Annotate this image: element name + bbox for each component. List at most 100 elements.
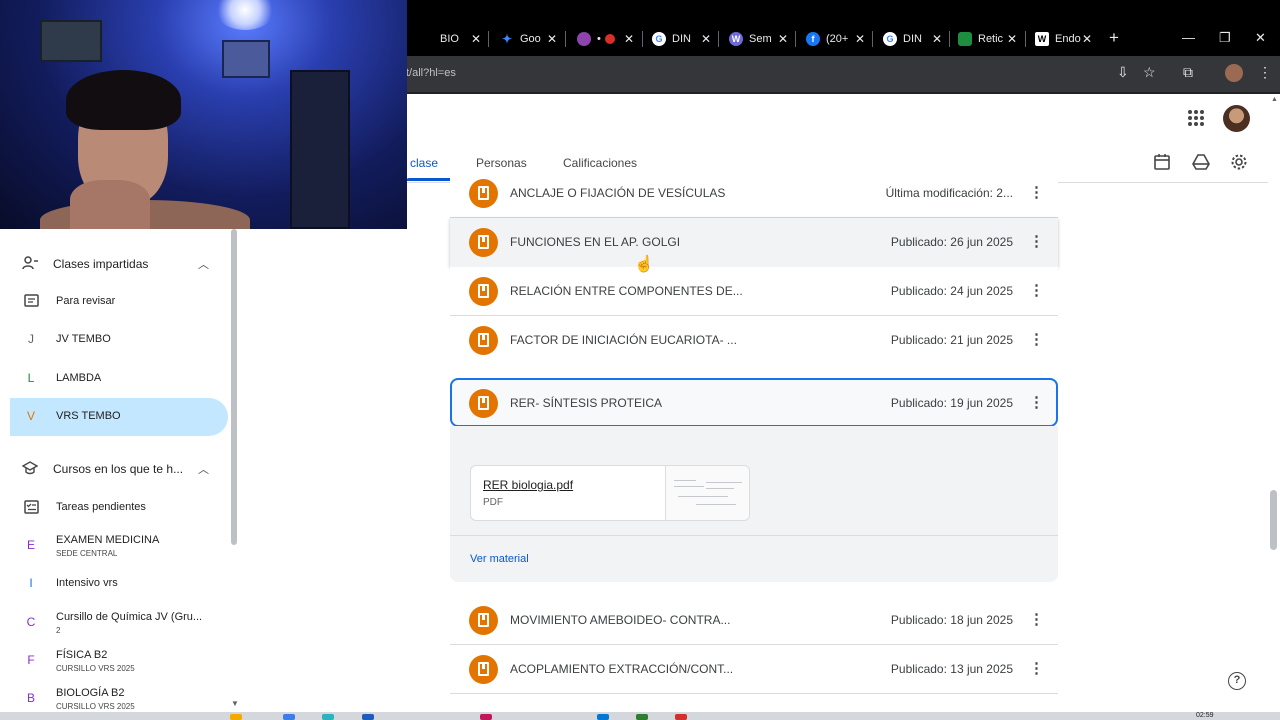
install-app-icon[interactable]: ⇩ — [1117, 64, 1129, 81]
taskbar-clock: 02:59 — [1196, 712, 1214, 719]
drive-icon[interactable] — [1191, 153, 1211, 173]
taskbar-app-icon[interactable] — [636, 714, 648, 720]
background-door — [290, 70, 350, 229]
bookmark-star-icon[interactable]: ☆ — [1143, 64, 1156, 81]
close-icon[interactable]: ✕ — [471, 32, 481, 46]
section-teaching[interactable]: Clases impartidas ︿ — [0, 249, 230, 279]
menu-dots-icon[interactable]: ⋮ — [1258, 64, 1272, 81]
close-icon[interactable]: ✕ — [855, 32, 865, 46]
sidebar-item-label: Tareas pendientes — [56, 501, 146, 513]
class-letter: I — [29, 576, 33, 590]
scroll-down-icon[interactable]: ▼ — [231, 699, 239, 708]
sidebar-scrollbar[interactable] — [231, 229, 237, 545]
url-field[interactable]: t/all?hl=es — [406, 67, 456, 79]
new-tab-icon[interactable]: + — [1109, 28, 1119, 48]
list-item-selected[interactable]: RER- SÍNTESIS PROTEICA Publicado: 19 jun… — [450, 378, 1058, 427]
list-item[interactable]: ACOPLAMIENTO EXTRACCIÓN/CONT... Publicad… — [450, 645, 1058, 694]
section-label: Clases impartidas — [53, 257, 149, 271]
profile-icon[interactable] — [1225, 64, 1243, 82]
sidebar-item-lambda[interactable]: L LAMBDA — [0, 360, 230, 398]
document-icon — [958, 32, 972, 46]
sidebar-item-intensivo[interactable]: I Intensivo vrs — [0, 565, 230, 603]
sidebar-item-examen-medicina[interactable]: E EXAMEN MEDICINA SEDE CENTRAL — [0, 527, 230, 565]
list-item[interactable]: FUNCIONES EN EL AP. GOLGI Publicado: 26 … — [450, 218, 1058, 267]
taskbar-app-icon[interactable] — [675, 714, 687, 720]
sidebar-item-label: BIOLOGÍA B2 — [56, 687, 125, 699]
more-vert-icon[interactable]: ⋮ — [1029, 393, 1044, 413]
material-date: Publicado: 26 jun 2025 — [890, 235, 1013, 249]
restore-icon[interactable]: ❐ — [1219, 30, 1231, 46]
extensions-icon[interactable]: ⧉ — [1183, 64, 1193, 81]
section-enrolled[interactable]: Cursos en los que te h... ︿ — [0, 454, 230, 484]
material-date: Última modificación: 2... — [885, 186, 1013, 200]
material-book-icon — [469, 655, 498, 684]
browser-tab-2[interactable]: ✦ Goo ✕ — [500, 27, 557, 51]
browser-tab-1[interactable]: BIO ✕ — [440, 27, 481, 51]
tab-divider — [1025, 31, 1026, 47]
minimize-icon[interactable]: — — [1182, 30, 1195, 45]
more-vert-icon[interactable]: ⋮ — [1029, 281, 1044, 301]
browser-tab-7[interactable]: G DIN ✕ — [883, 27, 942, 51]
taskbar-app-icon[interactable] — [480, 714, 492, 720]
class-letter: E — [26, 538, 35, 552]
taskbar-app-icon[interactable] — [362, 714, 374, 720]
sidebar-item-vrs-tembo[interactable]: V VRS TEMBO — [10, 398, 228, 436]
scroll-up-icon[interactable]: ▲ — [1271, 96, 1278, 103]
attachment-card[interactable]: RER biologia.pdf PDF — [470, 465, 750, 521]
close-icon[interactable]: ✕ — [624, 32, 634, 46]
main-scrollbar[interactable] — [1270, 490, 1277, 550]
sidebar-item-quimica[interactable]: C Cursillo de Química JV (Gru... 2 — [0, 604, 230, 642]
tab-stream[interactable]: clase — [410, 156, 438, 170]
browser-tab-4[interactable]: G DIN ✕ — [652, 27, 711, 51]
browser-tab-5[interactable]: W Sem ✕ — [729, 27, 788, 51]
browser-tab-8[interactable]: Retic ✕ — [958, 27, 1017, 51]
list-item[interactable]: MOVIMIENTO AMEBOIDEO- CONTRA... Publicad… — [450, 596, 1058, 645]
close-window-icon[interactable]: ✕ — [1255, 30, 1266, 46]
close-icon[interactable]: ✕ — [1082, 32, 1092, 46]
view-material-link[interactable]: Ver material — [470, 553, 529, 565]
more-vert-icon[interactable]: ⋮ — [1029, 330, 1044, 350]
webcam-overlay — [0, 0, 407, 229]
list-item[interactable]: RELACIÓN ENTRE COMPONENTES DE... Publica… — [450, 267, 1058, 316]
sidebar-item-jv-tembo[interactable]: J JV TEMBO — [0, 321, 230, 359]
close-icon[interactable]: ✕ — [701, 32, 711, 46]
close-icon[interactable]: ✕ — [547, 32, 557, 46]
class-letter: F — [27, 653, 35, 667]
avatar[interactable] — [1223, 105, 1250, 132]
calendar-icon[interactable] — [1152, 153, 1172, 173]
person-hair — [66, 70, 181, 130]
browser-tab-6[interactable]: f (20+ ✕ — [806, 27, 865, 51]
close-icon[interactable]: ✕ — [1007, 32, 1017, 46]
sidebar-item-label: JV TEMBO — [56, 333, 111, 345]
chevron-up-icon[interactable]: ︿ — [198, 461, 209, 477]
tab-divider — [795, 31, 796, 47]
taskbar-app-icon[interactable] — [230, 714, 242, 720]
help-icon[interactable]: ? — [1228, 672, 1246, 690]
taskbar-app-icon[interactable] — [597, 714, 609, 720]
sidebar-item-todo[interactable]: Tareas pendientes — [0, 489, 230, 527]
list-item[interactable]: ANCLAJE O FIJACIÓN DE VESÍCULAS Última m… — [450, 169, 1058, 218]
more-vert-icon[interactable]: ⋮ — [1029, 610, 1044, 630]
browser-tab-9[interactable]: W Endo ✕ — [1035, 27, 1092, 51]
settings-gear-icon[interactable] — [1229, 153, 1249, 173]
class-letter: J — [28, 332, 34, 346]
tab-people[interactable]: Personas — [476, 156, 527, 170]
more-vert-icon[interactable]: ⋮ — [1029, 232, 1044, 252]
sidebar-item-review[interactable]: Para revisar — [0, 283, 230, 321]
taskbar-app-icon[interactable] — [322, 714, 334, 720]
taskbar-app-icon[interactable] — [283, 714, 295, 720]
tab-grades[interactable]: Calificaciones — [563, 156, 637, 170]
sidebar-item-fisica[interactable]: F FÍSICA B2 CURSILLO VRS 2025 — [0, 642, 230, 680]
browser-tab-3[interactable]: • ✕ — [577, 27, 634, 51]
close-icon[interactable]: ✕ — [932, 32, 942, 46]
list-item[interactable]: FACTOR DE INICIACIÓN EUCARIOTA- ... Publ… — [450, 316, 1058, 365]
close-icon[interactable]: ✕ — [778, 32, 788, 46]
chevron-up-icon[interactable]: ︿ — [198, 256, 209, 272]
attachment-name[interactable]: RER biologia.pdf — [483, 478, 573, 492]
apps-grid-icon[interactable] — [1188, 110, 1204, 126]
more-vert-icon[interactable]: ⋮ — [1029, 659, 1044, 679]
more-vert-icon[interactable]: ⋮ — [1029, 183, 1044, 203]
attachment-thumbnail[interactable] — [665, 466, 749, 520]
sidebar-item-label: EXAMEN MEDICINA — [56, 534, 160, 546]
sidebar-item-label: FÍSICA B2 — [56, 649, 108, 661]
